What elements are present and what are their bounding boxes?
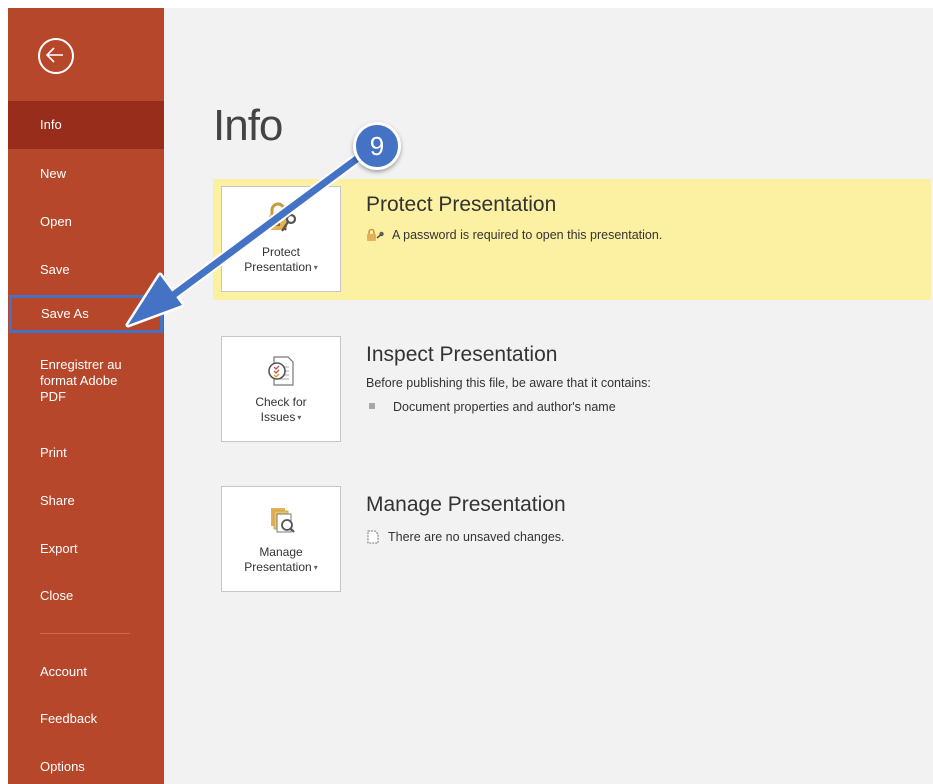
sidebar-item-feedback[interactable]: Feedback bbox=[8, 711, 164, 727]
back-button[interactable] bbox=[38, 38, 74, 74]
back-arrow-icon bbox=[46, 47, 63, 63]
inspect-bullet-row: Document properties and author's name bbox=[366, 398, 616, 416]
bullet-icon bbox=[369, 403, 375, 409]
lock-icon bbox=[366, 228, 384, 247]
protect-button-line2: Presentation bbox=[244, 260, 312, 274]
sidebar-item-open[interactable]: Open bbox=[8, 214, 164, 230]
sidebar-item-info[interactable]: Info bbox=[8, 101, 164, 149]
protect-presentation-button[interactable]: Protect Presentation ▾ bbox=[221, 186, 341, 292]
document-icon bbox=[366, 530, 380, 549]
sidebar-item-print[interactable]: Print bbox=[8, 445, 164, 461]
protect-description-row: A password is required to open this pres… bbox=[366, 226, 662, 247]
manage-description: There are no unsaved changes. bbox=[388, 530, 565, 544]
sidebar-item-share[interactable]: Share bbox=[8, 493, 164, 509]
protect-title: Protect Presentation bbox=[366, 193, 557, 216]
dropdown-caret-icon: ▾ bbox=[313, 563, 318, 572]
sidebar-item-save-as[interactable]: Save As bbox=[9, 295, 163, 333]
protect-button-line1: Protect bbox=[261, 245, 300, 259]
inspect-title: Inspect Presentation bbox=[366, 343, 558, 366]
sidebar-item-options[interactable]: Options bbox=[8, 759, 164, 775]
lock-key-icon bbox=[222, 199, 340, 241]
manage-description-row: There are no unsaved changes. bbox=[366, 528, 565, 549]
check-for-issues-button[interactable]: Check for Issues ▾ bbox=[221, 336, 341, 442]
sidebar-item-account[interactable]: Account bbox=[8, 664, 164, 680]
inspect-description: Before publishing this file, be aware th… bbox=[366, 376, 651, 390]
step-number-badge: 9 bbox=[353, 122, 401, 170]
inspect-button-line1: Check for bbox=[255, 395, 307, 409]
manage-button-line2: Presentation bbox=[244, 560, 312, 574]
page-title: Info bbox=[213, 101, 283, 150]
sidebar-item-save[interactable]: Save bbox=[8, 262, 164, 278]
info-pane: Info Protect Presentation ▾ Protect Prese… bbox=[164, 8, 933, 784]
inspect-bullet: Document properties and author's name bbox=[393, 400, 616, 414]
sidebar-divider bbox=[40, 633, 130, 634]
dropdown-caret-icon: ▾ bbox=[297, 413, 302, 422]
sidebar-item-export-pdf[interactable]: Enregistrer au format Adobe PDF bbox=[8, 357, 148, 405]
sidebar-item-new[interactable]: New bbox=[8, 166, 164, 182]
manage-presentation-button[interactable]: Manage Presentation ▾ bbox=[221, 486, 341, 592]
inspect-document-icon bbox=[222, 349, 340, 391]
sidebar-item-close[interactable]: Close bbox=[8, 588, 164, 604]
inspect-button-line2: Issues bbox=[260, 410, 296, 424]
backstage-sidebar: Info New Open Save Save As Enregistrer a… bbox=[8, 8, 164, 784]
manage-title: Manage Presentation bbox=[366, 493, 566, 516]
manage-versions-icon bbox=[222, 499, 340, 541]
dropdown-caret-icon: ▾ bbox=[313, 263, 318, 272]
sidebar-item-export[interactable]: Export bbox=[8, 541, 164, 557]
manage-button-line1: Manage bbox=[259, 545, 303, 559]
protect-description: A password is required to open this pres… bbox=[392, 228, 663, 242]
